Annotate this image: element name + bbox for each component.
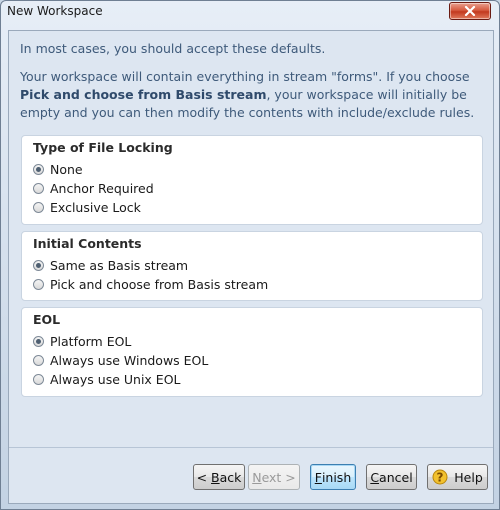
cancel-button[interactable]: Cancel [366,464,417,490]
radio-button[interactable] [33,373,44,385]
radio-unix-eol[interactable]: Always use Unix EOL [33,370,181,388]
radio-label: Anchor Required [50,180,154,196]
back-arrow: < [196,469,208,485]
group-title-initial-contents: Initial Contents [33,236,142,251]
cancel-label: ancel [379,469,413,485]
back-mnemonic: B [211,469,220,485]
eol-group: EOL Platform EOL Always use Windows EOL … [21,307,483,397]
radio-button-selected[interactable] [33,335,44,347]
intro-text: In most cases, you should accept these d… [20,40,482,132]
close-icon [464,6,476,16]
radio-button-selected[interactable] [33,163,44,175]
radio-button[interactable] [33,278,44,290]
radio-button[interactable] [33,182,44,194]
radio-label: Exclusive Lock [50,199,141,215]
help-label: Help [454,469,483,485]
dialog-content: In most cases, you should accept these d… [8,30,494,504]
intro-p2-start: Your workspace will contain everything i… [20,69,470,84]
help-button[interactable]: ? Help [427,464,488,490]
group-title-eol: EOL [33,312,61,327]
radio-label: Same as Basis stream [50,257,189,273]
radio-label: None [50,161,83,177]
cancel-mnemonic: C [370,469,380,485]
intro-line-1: In most cases, you should accept these d… [20,41,326,56]
next-mnemonic: N [252,469,262,485]
next-label: ext > [261,469,296,485]
radio-anchor-required[interactable]: Anchor Required [33,179,154,197]
radio-pick-and-choose[interactable]: Pick and choose from Basis stream [33,275,268,293]
radio-label: Always use Unix EOL [50,371,181,387]
finish-mnemonic: F [314,469,322,485]
radio-platform-eol[interactable]: Platform EOL [33,332,131,350]
finish-label: inish [321,469,352,485]
radio-label: Pick and choose from Basis stream [50,276,269,292]
initial-contents-group: Initial Contents Same as Basis stream Pi… [21,231,483,301]
finish-button[interactable]: Finish [310,464,356,490]
radio-none[interactable]: None [33,160,83,178]
svg-text:?: ? [437,471,444,485]
dialog-window: New Workspace In most cases, you should … [0,0,500,510]
radio-windows-eol[interactable]: Always use Windows EOL [33,351,208,369]
radio-label: Platform EOL [50,333,132,349]
radio-button[interactable] [33,201,44,213]
radio-exclusive-lock[interactable]: Exclusive Lock [33,198,141,216]
file-locking-group: Type of File Locking None Anchor Require… [21,135,483,225]
back-label: ack [219,469,242,485]
intro-p2-bold: Pick and choose from Basis stream [20,87,267,102]
close-button[interactable] [449,2,491,20]
window-title: New Workspace [7,4,103,18]
help-icon: ? [432,469,448,485]
radio-label: Always use Windows EOL [50,352,209,368]
radio-same-as-basis[interactable]: Same as Basis stream [33,256,188,274]
back-button[interactable]: < Back [193,464,245,490]
radio-button[interactable] [33,354,44,366]
radio-button-selected[interactable] [33,259,44,271]
title-bar[interactable]: New Workspace [1,1,499,23]
next-button[interactable]: Next > [248,464,300,490]
intro-paragraph-2: Your workspace will contain everything i… [20,68,482,122]
group-title-file-locking: Type of File Locking [33,140,173,155]
button-separator [9,447,493,448]
